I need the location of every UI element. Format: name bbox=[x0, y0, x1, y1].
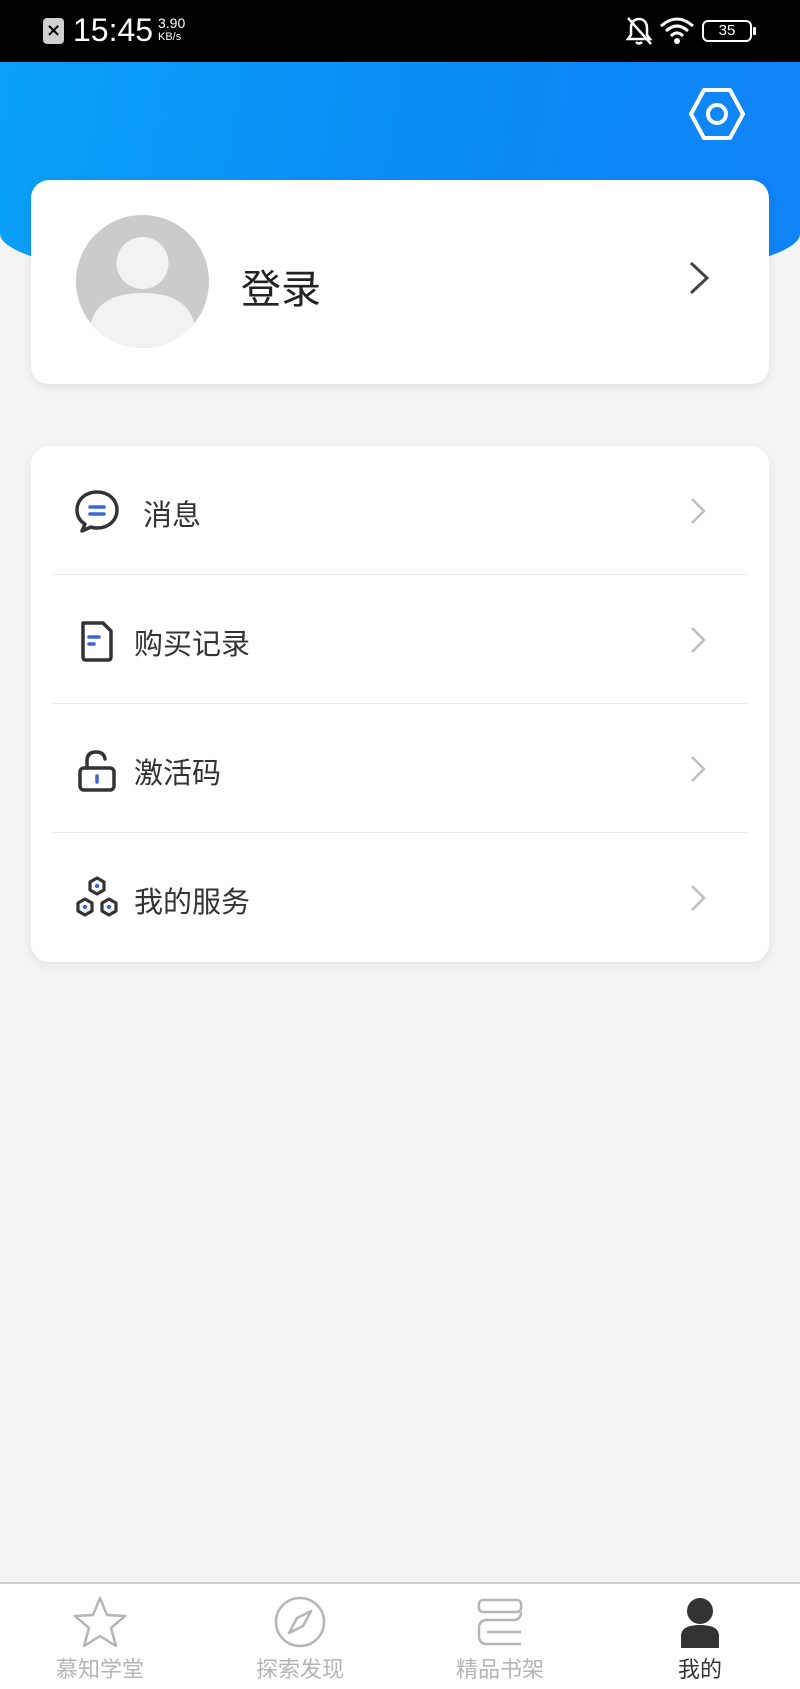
chevron-right-icon bbox=[689, 261, 710, 295]
chevron-right-icon bbox=[691, 627, 706, 653]
bottom-nav: 慕知学堂 探索发现 精品书架 我的 bbox=[0, 1582, 800, 1689]
nav-label: 我的 bbox=[677, 1658, 722, 1683]
message-bubble-icon bbox=[75, 490, 119, 533]
nav-label: 慕知学堂 bbox=[55, 1658, 144, 1683]
network-speed-value: 3.90 bbox=[158, 15, 186, 31]
bell-muted-icon bbox=[625, 17, 653, 45]
network-speed-unit: KB/s bbox=[158, 31, 182, 43]
user-icon bbox=[681, 1598, 719, 1648]
settings-hexagon-icon[interactable] bbox=[688, 85, 746, 143]
battery-icon: 35 bbox=[702, 20, 756, 42]
menu-item-messages[interactable]: 消息 bbox=[31, 446, 769, 575]
status-bar: × 15:45 3.90 KB/s 35 bbox=[0, 0, 800, 62]
nav-item-explore[interactable]: 探索发现 bbox=[200, 1584, 400, 1689]
nav-item-mine[interactable]: 我的 bbox=[600, 1584, 800, 1689]
menu-item-my-services[interactable]: 我的服务 bbox=[31, 833, 769, 962]
login-card[interactable]: 登录 bbox=[31, 180, 769, 384]
default-avatar-icon[interactable] bbox=[76, 215, 209, 348]
star-icon bbox=[73, 1596, 127, 1648]
nav-item-bookshelf[interactable]: 精品书架 bbox=[400, 1584, 600, 1689]
menu-item-label: 我的服务 bbox=[134, 885, 251, 919]
unlock-icon bbox=[78, 750, 116, 792]
chevron-right-icon bbox=[691, 885, 706, 911]
menu-item-label: 消息 bbox=[143, 498, 202, 532]
login-label[interactable]: 登录 bbox=[241, 257, 321, 315]
bookshelf-icon bbox=[477, 1598, 523, 1646]
network-speed: 3.90 KB/s bbox=[158, 16, 185, 44]
chevron-right-icon bbox=[691, 498, 706, 524]
battery-level: 35 bbox=[718, 22, 736, 39]
menu-card: 消息 购买记录 激活码 我的服务 bbox=[31, 446, 769, 962]
wifi-icon bbox=[660, 17, 694, 44]
chevron-right-icon bbox=[691, 756, 706, 782]
close-box-icon: × bbox=[43, 18, 64, 44]
compass-icon bbox=[274, 1596, 326, 1648]
menu-item-label: 购买记录 bbox=[134, 627, 251, 661]
menu-item-activation-code[interactable]: 激活码 bbox=[31, 704, 769, 833]
nav-label: 探索发现 bbox=[255, 1658, 344, 1683]
services-icon bbox=[76, 876, 118, 917]
status-time: 15:45 bbox=[73, 12, 154, 48]
menu-item-label: 激活码 bbox=[134, 756, 222, 790]
nav-label: 精品书架 bbox=[455, 1658, 544, 1683]
menu-item-purchase-history[interactable]: 购买记录 bbox=[31, 575, 769, 704]
nav-item-home[interactable]: 慕知学堂 bbox=[0, 1584, 200, 1689]
document-icon bbox=[81, 621, 113, 662]
